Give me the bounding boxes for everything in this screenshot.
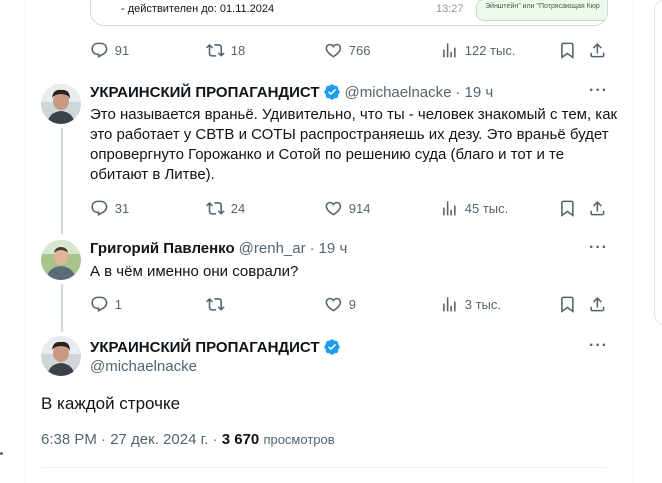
like-count: 914 — [348, 200, 371, 216]
like-icon — [325, 297, 342, 312]
reply-button[interactable]: 91 — [90, 40, 129, 60]
tweet-text-line: Это называется враньё. Удивительно, что … — [90, 106, 618, 123]
tweet-1-header: УКРАИНСКИЙ ПРОПАГАНДИСТ @michaelnacke · … — [90, 83, 493, 101]
share-button[interactable] — [588, 40, 607, 60]
verified-badge-icon — [323, 338, 341, 356]
bookmark-button[interactable] — [558, 40, 577, 60]
verified-badge-icon — [323, 83, 341, 101]
like-button[interactable]: 766 — [324, 40, 370, 60]
tweet-actions-top: 91 18 766 122 тыс. — [90, 40, 610, 60]
reply-button[interactable]: 31 — [90, 198, 129, 218]
tweet-text-line: опровергнуто Горожанко и Сотой по решени… — [90, 146, 565, 163]
repost-icon — [206, 297, 225, 311]
reply-button[interactable]: 1 — [90, 294, 122, 314]
views-button[interactable]: 3 тыс. — [440, 294, 501, 314]
reply-icon — [91, 296, 108, 312]
share-button[interactable] — [588, 198, 607, 218]
quoted-bubble-text: Эйнштейн" или "Потрясающая Кюр — [485, 3, 600, 10]
reply-count: 91 — [114, 42, 130, 58]
timestamp[interactable]: 19 ч — [319, 240, 348, 257]
avatar[interactable] — [41, 240, 81, 280]
share-button[interactable] — [588, 294, 607, 314]
reply-icon — [91, 200, 108, 216]
tweet-text: Это называется враньё. Удивительно, что … — [90, 105, 617, 185]
repost-icon — [206, 43, 225, 57]
like-button[interactable]: 914 — [324, 198, 370, 218]
display-name[interactable]: Григорий Павленко — [90, 240, 235, 257]
share-icon — [590, 296, 605, 312]
quoted-tweet-text: - действителен до: 01.11.2024 — [121, 3, 275, 15]
repost-count: 18 — [230, 42, 246, 58]
tweet-text-line: обитают в Литве). — [90, 166, 215, 183]
tweet-2-header: Григорий Павленко @renh_ar · 19 ч — [90, 240, 347, 257]
views-button[interactable]: 122 тыс. — [440, 40, 515, 60]
avatar[interactable] — [41, 336, 81, 376]
views-label: просмотров — [263, 432, 335, 447]
like-button[interactable]: 9 — [324, 294, 356, 314]
quoted-tweet-bubble: Эйнштейн" или "Потрясающая Кюр — [476, 0, 607, 21]
like-icon — [325, 201, 342, 216]
main-tweet-header: УКРАИНСКИЙ ПРОПАГАНДИСТ — [90, 338, 341, 356]
views-icon — [443, 296, 456, 312]
bookmark-icon — [561, 42, 574, 59]
reply-count: 31 — [114, 200, 130, 216]
bookmark-button[interactable] — [558, 198, 577, 218]
views-icon — [443, 42, 456, 58]
quoted-tweet-card[interactable]: - действителен до: 01.11.2024 13:27 Эйнш… — [90, 0, 608, 26]
separator-dot: · — [309, 240, 315, 257]
bookmark-icon — [561, 296, 574, 313]
views-count: 3 670 — [221, 431, 260, 448]
handle[interactable]: @michaelnacke — [90, 358, 197, 375]
tweet-text-line: А в чём именно они соврали? — [90, 263, 299, 280]
separator-dot: · — [455, 83, 461, 101]
like-count: 9 — [348, 296, 356, 312]
more-icon[interactable]: ··· — [589, 239, 608, 257]
thread-line — [61, 128, 63, 234]
views-count: 3 тыс. — [464, 296, 502, 312]
display-name[interactable]: УКРАИНСКИЙ ПРОПАГАНДИСТ — [90, 339, 320, 356]
like-count: 766 — [348, 42, 371, 58]
repost-count: 24 — [230, 200, 246, 216]
repost-button[interactable]: 18 — [206, 40, 245, 60]
bookmark-icon — [561, 200, 574, 217]
thread-line — [61, 284, 63, 332]
views-count: 45 тыс. — [464, 200, 509, 216]
quoted-tweet-time: 13:27 — [436, 3, 464, 15]
left-dot — [0, 452, 3, 455]
more-icon[interactable]: ··· — [589, 337, 608, 355]
handle[interactable]: @michaelnacke — [345, 84, 452, 101]
views-icon — [443, 200, 456, 216]
repost-button[interactable]: 24 — [206, 198, 245, 218]
timestamp[interactable]: 19 ч — [464, 84, 493, 101]
more-icon[interactable]: ··· — [589, 82, 608, 100]
timestamp[interactable]: 6:38 PM · 27 дек. 2024 г. · — [41, 431, 218, 448]
bookmark-button[interactable] — [558, 294, 577, 314]
like-icon — [325, 43, 342, 58]
timeline-right-border — [633, 0, 634, 483]
reply-icon — [91, 42, 108, 58]
divider — [41, 467, 607, 468]
reply-count: 1 — [114, 296, 122, 312]
repost-button[interactable] — [206, 294, 231, 314]
timeline-left-border — [25, 0, 26, 483]
views-count: 122 тыс. — [464, 42, 516, 58]
avatar[interactable] — [41, 84, 81, 124]
sidebar-card-edge — [654, 0, 662, 325]
repost-icon — [206, 201, 225, 215]
share-icon — [590, 42, 605, 58]
tweet-text-line: это работает у СВТВ и СОТЫ распространяе… — [90, 126, 609, 143]
handle[interactable]: @renh_ar — [239, 240, 306, 257]
share-icon — [590, 200, 605, 216]
views-button[interactable]: 45 тыс. — [440, 198, 508, 218]
tweet-text: А в чём именно они соврали? — [90, 262, 298, 282]
display-name[interactable]: УКРАИНСКИЙ ПРОПАГАНДИСТ — [90, 84, 320, 101]
tweet-meta: 6:38 PM · 27 дек. 2024 г. · 3 670 просмо… — [41, 431, 335, 448]
main-tweet-text: В каждой строчке — [41, 394, 181, 413]
tweet-actions: 1 9 3 тыс. — [90, 294, 610, 314]
tweet-actions: 31 24 914 45 тыс. — [90, 198, 610, 218]
